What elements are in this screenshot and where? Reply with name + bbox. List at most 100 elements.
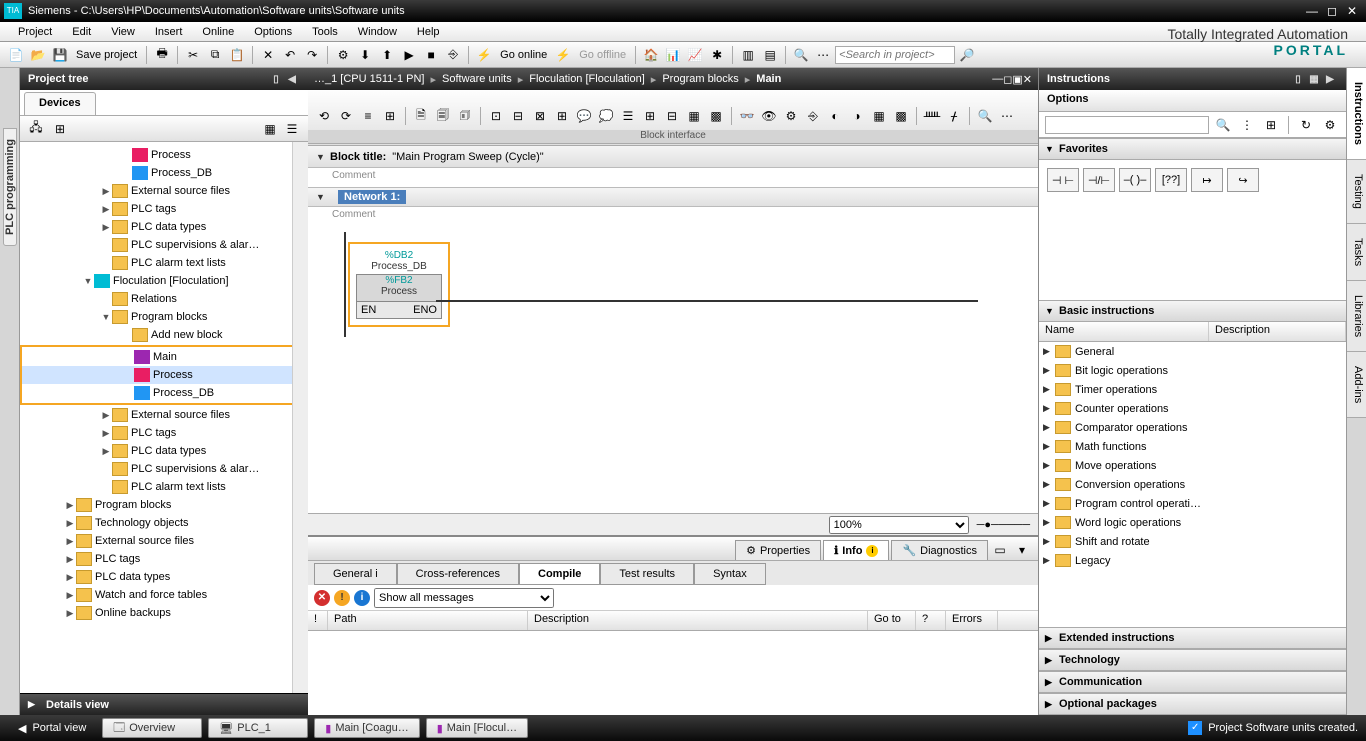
col-bang[interactable]: ! bbox=[308, 611, 328, 630]
instructions-search-input[interactable] bbox=[1045, 116, 1209, 134]
block-interface-bar[interactable]: Block interface bbox=[308, 130, 1038, 144]
palette-nc-contact[interactable]: ⊣/⊢ bbox=[1083, 168, 1115, 192]
tree-tb-2[interactable]: ⊞ bbox=[50, 119, 70, 139]
upload-icon[interactable]: ⬆ bbox=[377, 45, 397, 65]
et-11[interactable]: ⊞ bbox=[552, 106, 572, 126]
instruction-folder[interactable]: ▶Math functions bbox=[1039, 437, 1346, 456]
et-13[interactable]: 💭 bbox=[596, 106, 616, 126]
tb-icon-2[interactable]: 🏠 bbox=[641, 45, 661, 65]
new-project-icon[interactable]: 📄 bbox=[6, 45, 26, 65]
instr-col-name[interactable]: Name bbox=[1039, 322, 1209, 341]
menu-tools[interactable]: Tools bbox=[302, 26, 348, 38]
subtab-general[interactable]: General i bbox=[314, 563, 397, 585]
instruction-folder[interactable]: ▶Counter operations bbox=[1039, 399, 1346, 418]
tree-item[interactable]: ▶External source files bbox=[20, 406, 308, 424]
tb-icon-1[interactable]: ⎆ bbox=[443, 45, 463, 65]
tab-properties[interactable]: ⚙Properties bbox=[735, 540, 821, 560]
et-8[interactable]: ⊡ bbox=[486, 106, 506, 126]
et-23[interactable]: ◐ bbox=[825, 106, 845, 126]
instruction-folder[interactable]: ▶General bbox=[1039, 342, 1346, 361]
search-input[interactable] bbox=[835, 46, 955, 64]
tree-item[interactable]: ▶Online backups bbox=[20, 604, 308, 622]
et-20[interactable]: 👁 bbox=[759, 106, 779, 126]
rtab-add-ins[interactable]: Add-ins bbox=[1347, 352, 1366, 418]
warning-filter-icon[interactable]: ! bbox=[334, 590, 350, 606]
taskbar-plc1[interactable]: 🖥PLC_1 bbox=[208, 718, 308, 738]
subtab-syntax[interactable]: Syntax bbox=[694, 563, 766, 585]
rtab-libraries[interactable]: Libraries bbox=[1347, 281, 1366, 352]
tree-item[interactable]: ▶PLC tags bbox=[20, 550, 308, 568]
tree-item[interactable]: Add new block bbox=[20, 326, 308, 344]
delete-icon[interactable]: ✕ bbox=[258, 45, 278, 65]
technology-header[interactable]: ▶Technology bbox=[1039, 649, 1346, 671]
et-18[interactable]: ▩ bbox=[706, 106, 726, 126]
optional-packages-header[interactable]: ▶Optional packages bbox=[1039, 693, 1346, 715]
instructions-list[interactable]: ▶General▶Bit logic operations▶Timer oper… bbox=[1039, 342, 1346, 627]
close-button[interactable]: ✕ bbox=[1342, 4, 1362, 18]
tree-item[interactable]: ▶External source files bbox=[20, 182, 308, 200]
et-16[interactable]: ⊟ bbox=[662, 106, 682, 126]
crumb-1[interactable]: Software units bbox=[442, 73, 512, 85]
block-title-row[interactable]: ▼ Block title: "Main Program Sweep (Cycl… bbox=[308, 146, 1038, 168]
et-1[interactable]: ⟲ bbox=[314, 106, 334, 126]
tab-info[interactable]: ℹInfoi bbox=[823, 540, 889, 560]
menu-window[interactable]: Window bbox=[348, 26, 407, 38]
ladder-area[interactable]: %DB2 Process_DB %FB2 Process EN ENO bbox=[308, 222, 1038, 347]
download-icon[interactable]: ⬇ bbox=[355, 45, 375, 65]
rtab-instructions[interactable]: Instructions bbox=[1347, 68, 1366, 160]
tree-tb-1[interactable]: 🖧 bbox=[26, 119, 46, 139]
et-25[interactable]: ▦ bbox=[869, 106, 889, 126]
palette-coil[interactable]: –( )– bbox=[1119, 168, 1151, 192]
taskbar-main-coagu[interactable]: ▮Main [Coagu… bbox=[314, 718, 419, 738]
et-4[interactable]: ⊞ bbox=[380, 106, 400, 126]
simulate-icon[interactable]: ▶ bbox=[399, 45, 419, 65]
go-online-icon[interactable]: ⚡ bbox=[474, 45, 494, 65]
col-path[interactable]: Path bbox=[328, 611, 528, 630]
error-filter-icon[interactable]: ✕ bbox=[314, 590, 330, 606]
instr-collapse-icon[interactable]: ▶ bbox=[1322, 74, 1338, 85]
split-v-icon[interactable]: ▤ bbox=[760, 45, 780, 65]
tree-item[interactable]: Process bbox=[20, 146, 308, 164]
tb-icon-3[interactable]: 📊 bbox=[663, 45, 683, 65]
pin-icon[interactable]: ▯ bbox=[268, 74, 284, 85]
et-7[interactable]: 🗊 bbox=[455, 106, 475, 126]
tb-icon-4[interactable]: 📈 bbox=[685, 45, 705, 65]
et-5[interactable]: 🗎 bbox=[411, 106, 431, 126]
basic-instructions-header[interactable]: ▼Basic instructions bbox=[1039, 300, 1346, 322]
rtab-testing[interactable]: Testing bbox=[1347, 160, 1366, 224]
menu-edit[interactable]: Edit bbox=[62, 26, 101, 38]
go-offline-button[interactable]: Go offline bbox=[575, 49, 630, 61]
col-q[interactable]: ? bbox=[916, 611, 946, 630]
maximize-button[interactable]: ◻ bbox=[1322, 4, 1342, 18]
tree-item[interactable]: ▶PLC tags bbox=[20, 200, 308, 218]
palette-no-contact[interactable]: ⊣ ⊢ bbox=[1047, 168, 1079, 192]
et-9[interactable]: ⊟ bbox=[508, 106, 528, 126]
palette-branch-open[interactable]: ↦ bbox=[1191, 168, 1223, 192]
tree-item[interactable]: ▶Program blocks bbox=[20, 496, 308, 514]
menu-insert[interactable]: Insert bbox=[145, 26, 193, 38]
instruction-folder[interactable]: ▶Comparator operations bbox=[1039, 418, 1346, 437]
et-3[interactable]: ≡ bbox=[358, 106, 378, 126]
col-goto[interactable]: Go to bbox=[868, 611, 916, 630]
network-header[interactable]: ▼ Network 1: bbox=[308, 187, 1038, 207]
instr-pin-icon[interactable]: ▯ bbox=[1290, 74, 1306, 85]
tb-icon-5[interactable]: ✱ bbox=[707, 45, 727, 65]
go-offline-icon[interactable]: ⚡ bbox=[553, 45, 573, 65]
instr-tb-1[interactable]: 🔍 bbox=[1213, 115, 1233, 135]
menu-online[interactable]: Online bbox=[192, 26, 244, 38]
tree-item[interactable]: Process_DB bbox=[20, 164, 308, 182]
et-15[interactable]: ⊞ bbox=[640, 106, 660, 126]
tree-item[interactable]: Process bbox=[22, 366, 306, 384]
tree-item[interactable]: ▶PLC data types bbox=[20, 568, 308, 586]
zoom-select[interactable]: 100% bbox=[829, 516, 969, 534]
et-10[interactable]: ⊠ bbox=[530, 106, 550, 126]
editor-restore-icon[interactable]: ◻ bbox=[1003, 73, 1012, 86]
fb-call-box[interactable]: %DB2 Process_DB %FB2 Process EN ENO bbox=[348, 242, 450, 327]
et-29[interactable]: 🔍 bbox=[975, 106, 995, 126]
zoom-slider[interactable]: ─●───── bbox=[977, 519, 1030, 531]
portal-view-button[interactable]: ◀ Portal view bbox=[8, 722, 96, 735]
instruction-folder[interactable]: ▶Bit logic operations bbox=[1039, 361, 1346, 380]
et-21[interactable]: ⚙ bbox=[781, 106, 801, 126]
open-project-icon[interactable]: 📂 bbox=[28, 45, 48, 65]
instruction-folder[interactable]: ▶Conversion operations bbox=[1039, 475, 1346, 494]
